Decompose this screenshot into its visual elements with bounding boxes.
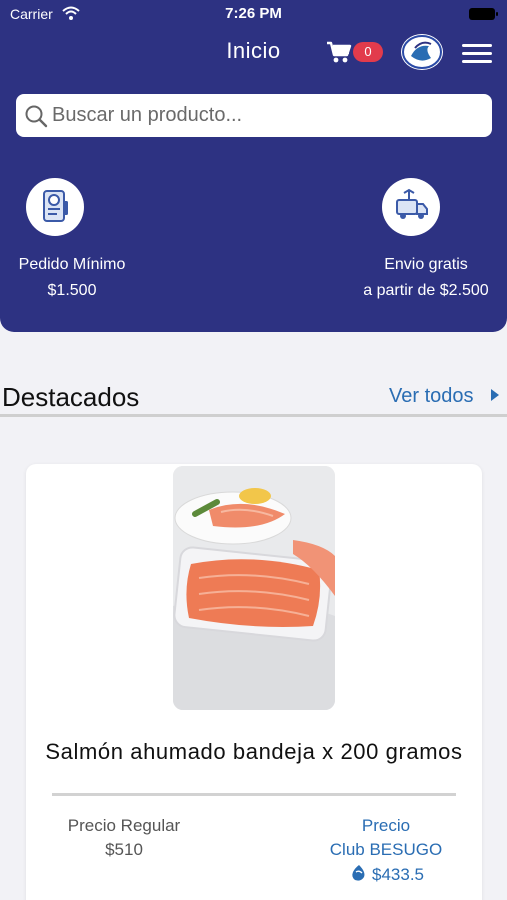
status-time: 7:26 PM [225,5,282,22]
hamburger-menu-icon[interactable] [462,44,492,64]
search-input[interactable] [52,94,482,137]
see-all-link[interactable]: Ver todos [389,385,474,408]
product-image[interactable] [173,466,335,710]
club-price: $433.5 [350,862,440,886]
divider [0,414,507,417]
free-shipping-label: Envio gratis [384,256,468,273]
cart-icon[interactable] [326,40,352,64]
delivery-truck-icon [382,178,440,236]
min-order-info: Pedido Mínimo $1.500 [6,252,138,304]
club-name-label: Club BESUGO [329,840,443,859]
regular-price-value: $510 [105,840,143,859]
club-price-block: Precio Club BESUGO [320,814,452,862]
regular-price-label: Precio Regular [67,816,181,835]
chevron-right-icon[interactable] [491,389,499,401]
receipt-icon [26,178,84,236]
club-price-value: $433.5 [372,865,424,884]
search-bar[interactable] [16,94,492,137]
min-order-value: $1.500 [47,282,97,299]
status-bar: Carrier 7:26 PM [0,0,507,28]
brand-logo-icon[interactable] [401,34,443,70]
free-shipping-value: a partir de $2.500 [363,282,489,299]
club-logo-icon [352,865,365,881]
min-order-label: Pedido Mínimo [18,256,126,273]
card-divider [52,793,456,796]
search-icon [25,105,48,128]
free-shipping-info: Envio gratis a partir de $2.500 [346,252,506,304]
battery-icon [469,8,498,20]
section-title: Destacados [2,382,140,412]
club-price-label: Precio [361,816,411,835]
product-name[interactable]: Salmón ahumado bandeja x 200 gramos [40,738,468,765]
cart-count-badge[interactable]: 0 [353,42,383,62]
regular-price-block: Precio Regular $510 [56,814,192,862]
